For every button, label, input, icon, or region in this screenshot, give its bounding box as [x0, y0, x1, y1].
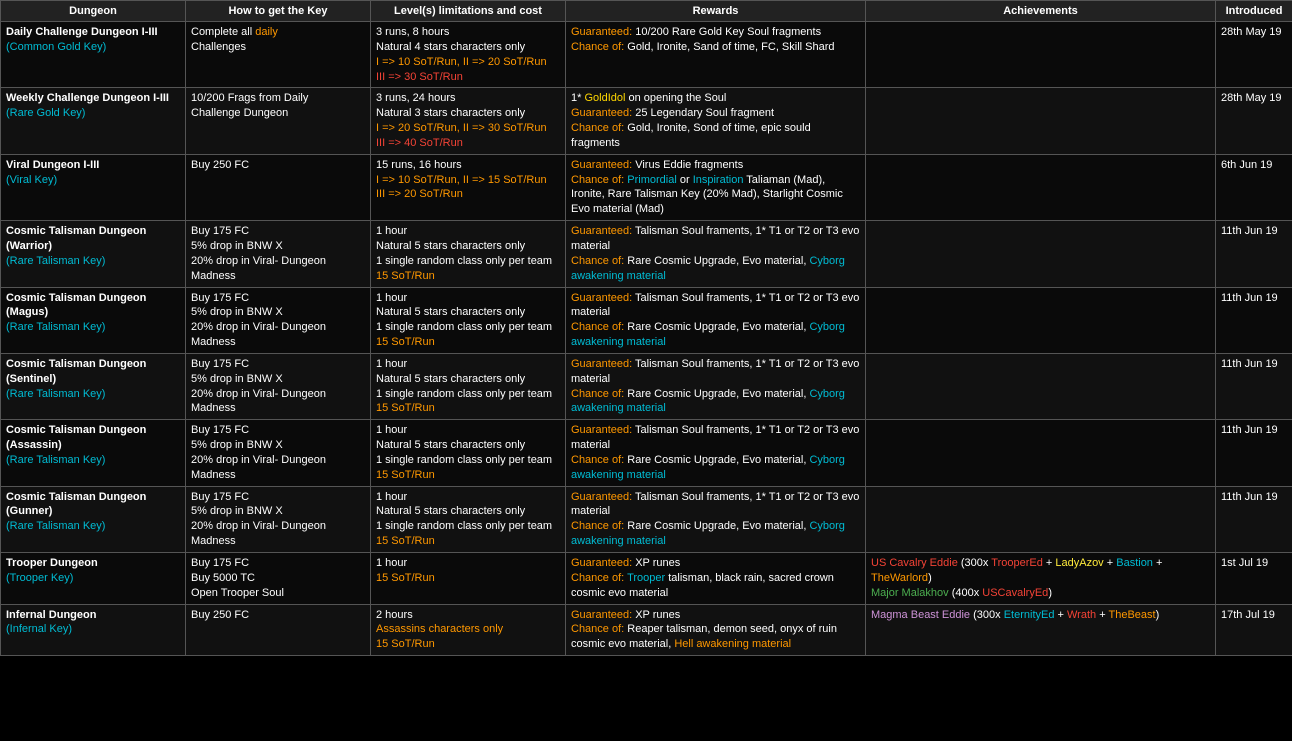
rewards-cell: 1* GoldIdol on opening the SoulGuarantee…	[566, 88, 866, 154]
table-row: Cosmic Talisman Dungeon (Magus)(Rare Tal…	[1, 287, 1292, 353]
achievements-cell	[866, 221, 1216, 287]
table-row: Viral Dungeon I-III(Viral Key) Buy 250 F…	[1, 154, 1292, 220]
introduced-cell: 6th Jun 19	[1216, 154, 1292, 220]
dungeon-cell: Infernal Dungeon(Infernal Key)	[1, 604, 186, 656]
achievements-cell	[866, 353, 1216, 419]
dungeon-cell: Viral Dungeon I-III(Viral Key)	[1, 154, 186, 220]
introduced-cell: 11th Jun 19	[1216, 221, 1292, 287]
table-row: Cosmic Talisman Dungeon (Warrior)(Rare T…	[1, 221, 1292, 287]
key-cell: Complete all dailyChallenges	[186, 22, 371, 88]
table-row: Daily Challenge Dungeon I-III(Common Gol…	[1, 22, 1292, 88]
rewards-cell: Guaranteed: Virus Eddie fragmentsChance …	[566, 154, 866, 220]
table-row: Infernal Dungeon(Infernal Key) Buy 250 F…	[1, 604, 1292, 656]
key-cell: Buy 175 FC5% drop in BNW X20% drop in Vi…	[186, 486, 371, 552]
dungeon-cell: Daily Challenge Dungeon I-III(Common Gol…	[1, 22, 186, 88]
dungeon-cell: Trooper Dungeon(Trooper Key)	[1, 553, 186, 605]
key-cell: Buy 175 FCBuy 5000 TCOpen Trooper Soul	[186, 553, 371, 605]
key-cell: Buy 175 FC5% drop in BNW X20% drop in Vi…	[186, 287, 371, 353]
introduced-cell: 1st Jul 19	[1216, 553, 1292, 605]
table-row: Cosmic Talisman Dungeon (Sentinel)(Rare …	[1, 353, 1292, 419]
introduced-cell: 11th Jun 19	[1216, 287, 1292, 353]
table-row: Cosmic Talisman Dungeon (Assassin)(Rare …	[1, 420, 1292, 486]
dungeon-cell: Cosmic Talisman Dungeon (Sentinel)(Rare …	[1, 353, 186, 419]
introduced-cell: 17th Jul 19	[1216, 604, 1292, 656]
level-cell: 1 hour15 SoT/Run	[371, 553, 566, 605]
level-cell: 3 runs, 8 hoursNatural 4 stars character…	[371, 22, 566, 88]
introduced-cell: 28th May 19	[1216, 22, 1292, 88]
key-cell: Buy 175 FC5% drop in BNW X20% drop in Vi…	[186, 353, 371, 419]
header-introduced: Introduced	[1216, 1, 1292, 22]
introduced-cell: 11th Jun 19	[1216, 420, 1292, 486]
dungeon-cell: Cosmic Talisman Dungeon (Warrior)(Rare T…	[1, 221, 186, 287]
main-table: Dungeon How to get the Key Level(s) limi…	[0, 0, 1292, 656]
header-achievements: Achievements	[866, 1, 1216, 22]
dungeon-cell: Cosmic Talisman Dungeon (Magus)(Rare Tal…	[1, 287, 186, 353]
level-cell: 1 hourNatural 5 stars characters only1 s…	[371, 486, 566, 552]
header-rewards: Rewards	[566, 1, 866, 22]
key-cell: Buy 175 FC5% drop in BNW X20% drop in Vi…	[186, 221, 371, 287]
rewards-cell: Guaranteed: XP runesChance of: Trooper t…	[566, 553, 866, 605]
rewards-cell: Guaranteed: XP runesChance of: Reaper ta…	[566, 604, 866, 656]
dungeon-cell: Cosmic Talisman Dungeon (Assassin)(Rare …	[1, 420, 186, 486]
header-dungeon: Dungeon	[1, 1, 186, 22]
level-cell: 2 hoursAssassins characters only15 SoT/R…	[371, 604, 566, 656]
level-cell: 3 runs, 24 hoursNatural 3 stars characte…	[371, 88, 566, 154]
header-key: How to get the Key	[186, 1, 371, 22]
key-cell: Buy 250 FC	[186, 604, 371, 656]
introduced-cell: 11th Jun 19	[1216, 486, 1292, 552]
achievements-cell: US Cavalry Eddie (300x TrooperEd + LadyA…	[866, 553, 1216, 605]
level-cell: 1 hourNatural 5 stars characters only1 s…	[371, 420, 566, 486]
rewards-cell: Guaranteed: Talisman Soul framents, 1* T…	[566, 221, 866, 287]
dungeon-cell: Cosmic Talisman Dungeon (Gunner)(Rare Ta…	[1, 486, 186, 552]
rewards-cell: Guaranteed: Talisman Soul framents, 1* T…	[566, 287, 866, 353]
rewards-cell: Guaranteed: Talisman Soul framents, 1* T…	[566, 353, 866, 419]
achievements-cell	[866, 420, 1216, 486]
dungeon-cell: Weekly Challenge Dungeon I-III(Rare Gold…	[1, 88, 186, 154]
key-cell: 10/200 Frags from DailyChallenge Dungeon	[186, 88, 371, 154]
rewards-cell: Guaranteed: Talisman Soul framents, 1* T…	[566, 486, 866, 552]
achievements-cell	[866, 486, 1216, 552]
achievements-cell	[866, 88, 1216, 154]
table-row: Weekly Challenge Dungeon I-III(Rare Gold…	[1, 88, 1292, 154]
header-level: Level(s) limitations and cost	[371, 1, 566, 22]
table-row: Cosmic Talisman Dungeon (Gunner)(Rare Ta…	[1, 486, 1292, 552]
achievements-cell	[866, 287, 1216, 353]
key-cell: Buy 175 FC5% drop in BNW X20% drop in Vi…	[186, 420, 371, 486]
introduced-cell: 11th Jun 19	[1216, 353, 1292, 419]
rewards-cell: Guaranteed: 10/200 Rare Gold Key Soul fr…	[566, 22, 866, 88]
key-cell: Buy 250 FC	[186, 154, 371, 220]
level-cell: 1 hourNatural 5 stars characters only1 s…	[371, 353, 566, 419]
table-row: Trooper Dungeon(Trooper Key) Buy 175 FCB…	[1, 553, 1292, 605]
level-cell: 1 hourNatural 5 stars characters only1 s…	[371, 287, 566, 353]
achievements-cell	[866, 22, 1216, 88]
level-cell: 15 runs, 16 hoursI => 10 SoT/Run, II => …	[371, 154, 566, 220]
introduced-cell: 28th May 19	[1216, 88, 1292, 154]
achievements-cell: Magma Beast Eddie (300x EternityEd + Wra…	[866, 604, 1216, 656]
achievements-cell	[866, 154, 1216, 220]
rewards-cell: Guaranteed: Talisman Soul framents, 1* T…	[566, 420, 866, 486]
level-cell: 1 hourNatural 5 stars characters only1 s…	[371, 221, 566, 287]
